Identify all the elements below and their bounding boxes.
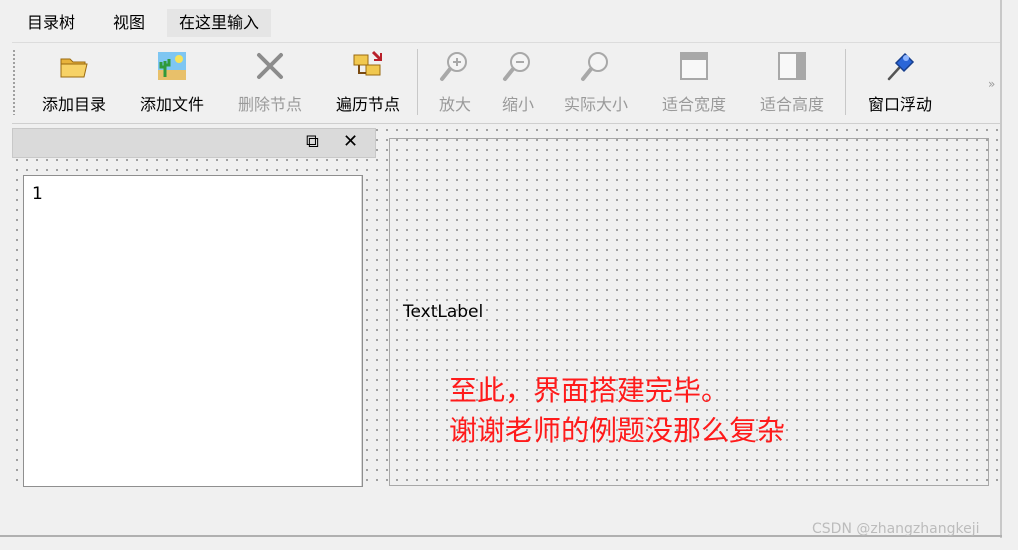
- menu-bar: 目录树 视图 在这里输入: [0, 0, 1004, 40]
- actual-size-label: 实际大小: [563, 95, 628, 114]
- folder-open-icon: [57, 49, 91, 83]
- delete-x-icon: [253, 49, 287, 83]
- dock-title-bar[interactable]: ⧉ ✕: [12, 128, 376, 158]
- watermark: CSDN @zhangzhangkeji: [812, 521, 980, 537]
- traverse-nodes-button[interactable]: 遍历节点: [330, 49, 406, 119]
- zoom-actual-icon: [579, 49, 613, 83]
- menu-type-here[interactable]: 在这里输入: [167, 9, 272, 37]
- menu-view[interactable]: 视图: [113, 12, 145, 34]
- window-float-label: 窗口浮动: [867, 95, 932, 114]
- traverse-nodes-label: 遍历节点: [335, 95, 400, 114]
- add-directory-button[interactable]: 添加目录: [36, 49, 112, 119]
- delete-node-label: 删除节点: [237, 95, 302, 114]
- zoom-out-label: 缩小: [501, 95, 534, 114]
- fit-height-icon: [775, 49, 809, 83]
- fit-width-icon: [677, 49, 711, 83]
- pushpin-icon: [883, 49, 917, 83]
- window-float-button[interactable]: 窗口浮动: [860, 49, 940, 119]
- zoom-in-label: 放大: [438, 95, 471, 114]
- zoom-in-icon: [438, 49, 472, 83]
- annotation-line-2: 谢谢老师的例题没那么复杂: [449, 414, 786, 447]
- tree-item[interactable]: 1: [32, 184, 43, 204]
- add-directory-label: 添加目录: [41, 95, 106, 114]
- fit-width-button[interactable]: 适合宽度: [656, 49, 732, 119]
- fit-height-label: 适合高度: [759, 95, 824, 114]
- menu-directory-tree[interactable]: 目录树: [27, 12, 75, 34]
- zoom-in-button[interactable]: 放大: [430, 49, 480, 119]
- toolbar-separator: [845, 49, 846, 115]
- directory-tree[interactable]: 1: [23, 175, 363, 487]
- zoom-out-button[interactable]: 缩小: [493, 49, 543, 119]
- float-window-icon[interactable]: ⧉: [306, 131, 319, 153]
- image-file-icon: [155, 49, 189, 83]
- close-icon[interactable]: ✕: [343, 131, 358, 153]
- add-file-button[interactable]: 添加文件: [134, 49, 210, 119]
- text-label: TextLabel: [403, 302, 484, 322]
- fit-height-button[interactable]: 适合高度: [754, 49, 830, 119]
- toolbar-separator: [417, 49, 418, 115]
- toolbar: 添加目录 添加文件 删除节点 遍历节点 放大 缩小 实际大小 适合宽度 适合高度…: [12, 42, 1000, 124]
- annotation-line-1: 至此，界面搭建完毕。: [449, 374, 730, 407]
- tree-border: [361, 176, 362, 486]
- delete-node-button[interactable]: 删除节点: [232, 49, 308, 119]
- annotation-text: 至此，界面搭建完毕。 谢谢老师的例题没那么复杂: [449, 371, 785, 451]
- toolbar-overflow-icon[interactable]: »: [988, 77, 995, 91]
- zoom-out-icon: [501, 49, 535, 83]
- actual-size-button[interactable]: 实际大小: [558, 49, 634, 119]
- add-file-label: 添加文件: [139, 95, 204, 114]
- fit-width-label: 适合宽度: [661, 95, 726, 114]
- traverse-folders-icon: [351, 49, 385, 83]
- toolbar-handle[interactable]: [12, 49, 16, 115]
- window-frame-right: [1000, 0, 1002, 538]
- scroll-area[interactable]: TextLabel 至此，界面搭建完毕。 谢谢老师的例题没那么复杂: [389, 138, 989, 486]
